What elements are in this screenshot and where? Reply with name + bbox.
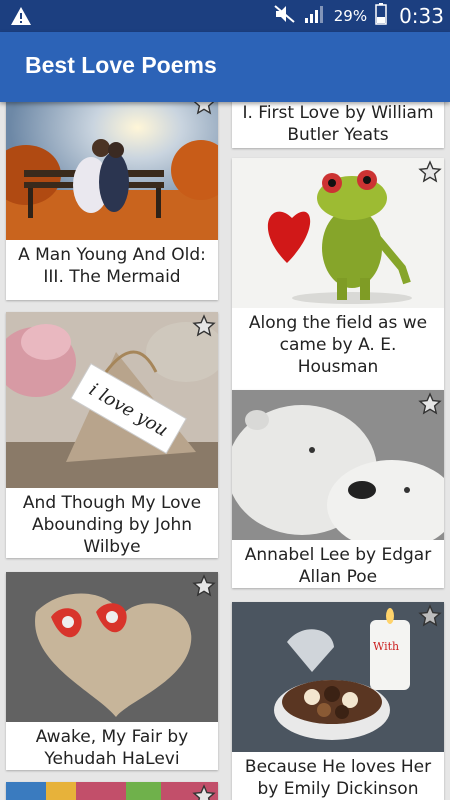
poem-grid[interactable]: A Man Young And Old: III. The Mermaid I.… [0, 102, 450, 800]
favorite-star-icon[interactable] [192, 784, 216, 800]
poem-title: And Though My Love Abounding by John Wil… [22, 493, 202, 557]
app-bar: Best Love Poems [0, 32, 450, 102]
favorite-star-icon[interactable] [418, 392, 442, 416]
poem-title: Annabel Lee by Edgar Allan Poe [244, 545, 432, 587]
poem-card[interactable]: Annabel Lee by Edgar Allan Poe [232, 390, 444, 588]
warning-icon [10, 6, 32, 30]
favorite-star-icon[interactable] [192, 314, 216, 338]
poem-image-heart-box-chocolates: With [232, 602, 444, 752]
poem-card[interactable]: With Because He loves Her by Emily Dicki… [232, 602, 444, 800]
poem-title: A Man Young And Old: III. The Mermaid [18, 245, 206, 287]
battery-percent: 29% [333, 7, 368, 25]
poem-card[interactable]: i love you And Though My Love Abounding … [6, 312, 218, 558]
status-bar: 29% 0:33 [0, 0, 450, 32]
poem-title: I. First Love by William Butler Yeats [242, 103, 434, 145]
svg-text:With: With [373, 640, 399, 653]
poem-title: Along the field as we came by A. E. Hous… [248, 313, 428, 377]
poem-card[interactable]: A Man Young And Old: III. The Mermaid [6, 102, 218, 300]
favorite-star-icon[interactable] [418, 604, 442, 628]
mute-icon [274, 4, 296, 28]
clock: 0:33 [399, 4, 444, 28]
poem-title: Awake, My Fair by Yehudah HaLevi [35, 727, 189, 769]
favorite-star-icon[interactable] [418, 160, 442, 184]
battery-icon [375, 3, 387, 29]
favorite-star-icon[interactable] [192, 102, 216, 116]
poem-card[interactable] [6, 782, 218, 800]
poem-image-frog-heart [232, 158, 444, 308]
poem-image-wooden-heart [6, 572, 218, 722]
poem-card[interactable]: I. First Love by William Butler Yeats [232, 102, 444, 148]
poem-image-i-love-you: i love you [6, 312, 218, 488]
favorite-star-icon[interactable] [192, 574, 216, 598]
signal-icon [304, 4, 326, 28]
poem-image-yarn [6, 782, 218, 800]
poem-image-couple-bench [6, 102, 218, 240]
poem-card[interactable]: Awake, My Fair by Yehudah HaLevi [6, 572, 218, 770]
poem-title: Because He loves Her by Emily Dickinson [244, 757, 432, 799]
app-title: Best Love Poems [25, 52, 217, 78]
poem-card[interactable]: Along the field as we came by A. E. Hous… [232, 158, 444, 390]
poem-image-polar-bears [232, 390, 444, 540]
